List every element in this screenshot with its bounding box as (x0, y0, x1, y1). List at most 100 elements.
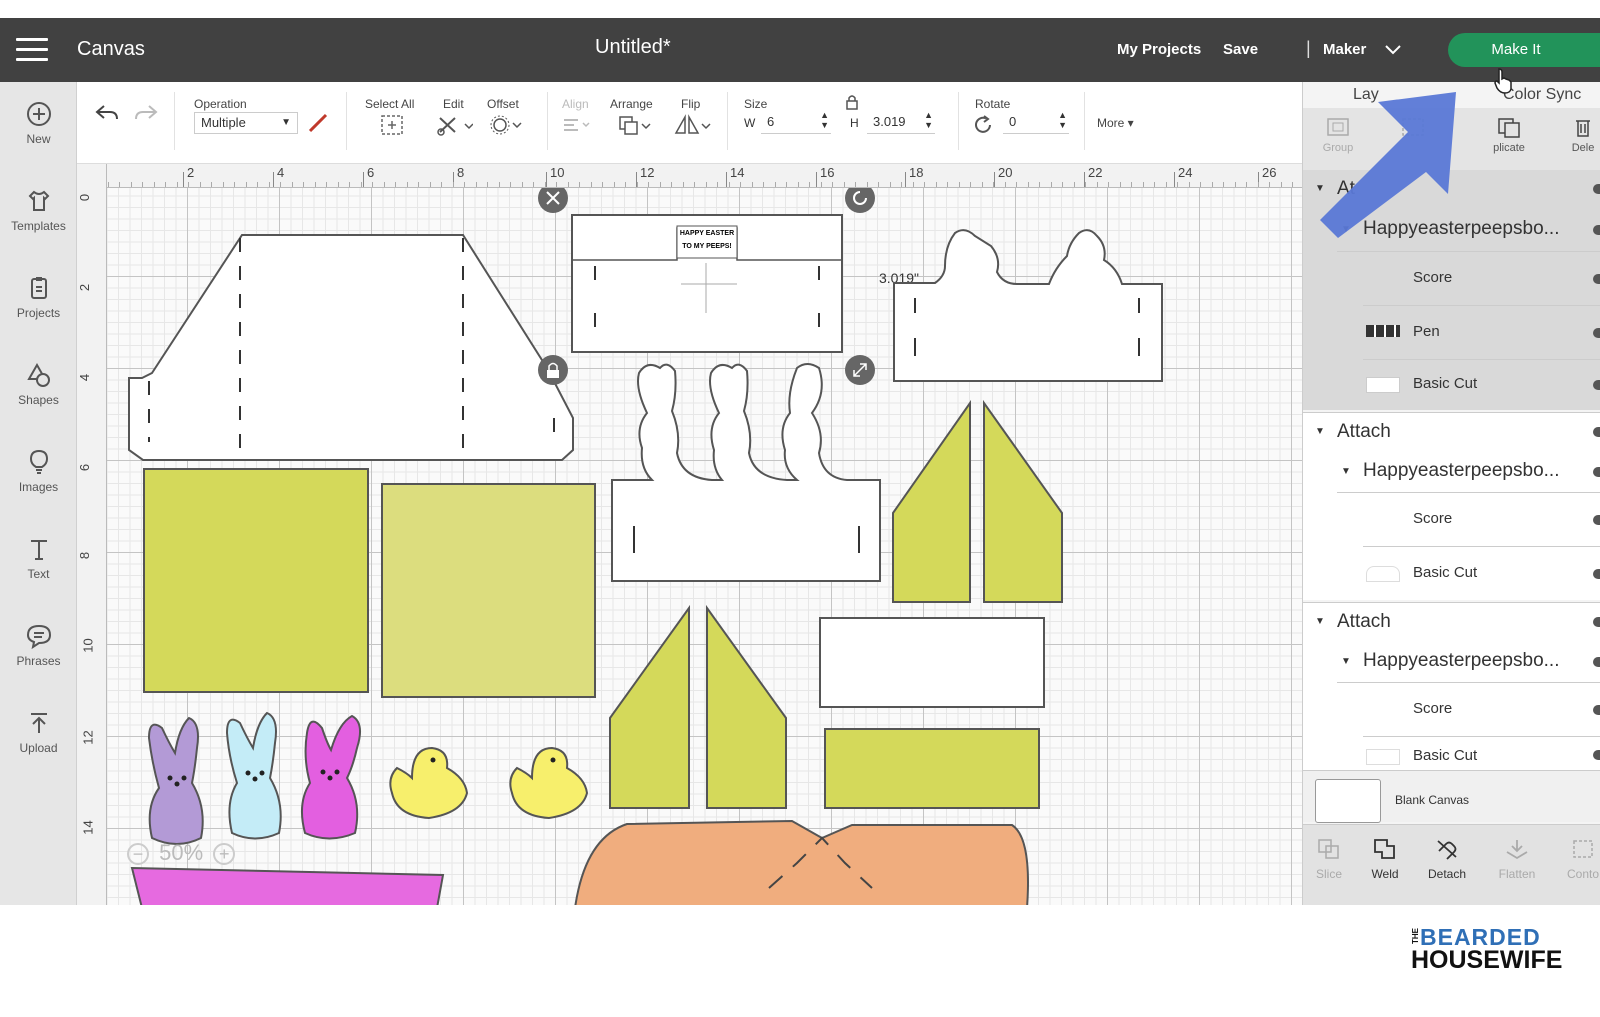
ruler-minor-tick (867, 182, 868, 187)
weld-button[interactable]: Weld (1355, 837, 1415, 881)
sidebar-item-new[interactable]: New (0, 94, 77, 174)
ruler-label: 24 (1178, 165, 1193, 180)
visibility-icon[interactable] (1593, 466, 1600, 477)
ruler-minor-tick (1281, 182, 1282, 187)
save-link[interactable]: Save (1223, 41, 1258, 58)
contour-button[interactable]: Conto (1553, 837, 1600, 881)
rotate-icon (975, 115, 991, 133)
blank-canvas-row[interactable]: Blank Canvas (1303, 770, 1600, 823)
offset-icon[interactable] (489, 114, 523, 136)
edit-scissors-icon[interactable] (437, 114, 473, 136)
layer-item[interactable]: Score (1363, 252, 1600, 306)
duplicate-button[interactable]: plicate (1479, 116, 1539, 154)
sidebar-item-templates[interactable]: Templates (0, 181, 77, 261)
make-it-button[interactable]: Make It (1448, 33, 1600, 67)
width-input[interactable]: 6 ▲ ▼ (761, 110, 831, 134)
zoom-out-button[interactable]: − (127, 843, 149, 865)
layer-item[interactable]: Score (1363, 683, 1600, 737)
ruler-label: 22 (1088, 165, 1103, 180)
collapse-triangle-icon[interactable]: ▼ (1315, 616, 1325, 627)
arrange-icon[interactable] (617, 114, 651, 136)
select-all-icon[interactable] (380, 114, 404, 136)
ruler-minor-tick (142, 182, 143, 187)
collapse-triangle-icon[interactable]: ▼ (1341, 656, 1351, 667)
delete-label: Dele (1571, 142, 1595, 154)
my-projects-link[interactable]: My Projects (1117, 41, 1201, 58)
layer-group: ▼ Attach ▼ Happyeasterpeepsbo... Score Bas… (1303, 602, 1600, 770)
redo-icon[interactable] (133, 102, 159, 124)
operation-select[interactable]: Multiple ▼ (194, 112, 298, 134)
flip-icon[interactable] (673, 114, 711, 136)
visibility-icon[interactable] (1593, 750, 1600, 760)
ruler-minor-tick (579, 182, 580, 187)
sidebar-item-upload[interactable]: Upload (0, 703, 77, 783)
height-input[interactable]: 3.019 ▲ ▼ (867, 110, 935, 134)
card-text-line-1: HAPPY EASTER (680, 230, 734, 237)
undo-icon[interactable] (94, 102, 120, 124)
operation-label: Operation (194, 97, 247, 111)
layer-item[interactable]: Pen (1363, 306, 1600, 360)
visibility-icon[interactable] (1593, 224, 1600, 235)
zoom-control[interactable]: − 50% + (127, 840, 236, 866)
slice-button[interactable]: Slice (1299, 837, 1359, 881)
ruler-minor-tick (315, 182, 316, 187)
visibility-icon[interactable] (1593, 704, 1600, 715)
sidebar-item-shapes[interactable]: Shapes (0, 355, 77, 435)
text-icon (30, 540, 47, 560)
zoom-in-button[interactable]: + (213, 843, 236, 865)
layer-item-label: Score (1413, 700, 1453, 717)
layer-item[interactable]: Score (1363, 493, 1600, 547)
ruler-minor-tick (568, 182, 569, 187)
pen-color-icon[interactable] (307, 112, 329, 134)
layer-name-row[interactable]: ▼ Happyeasterpeepsbo... (1337, 451, 1600, 493)
ruler-label: 8 (457, 165, 465, 180)
flatten-button[interactable]: Flatten (1487, 837, 1547, 881)
ruler-minor-tick (648, 182, 649, 187)
visibility-icon[interactable] (1593, 569, 1600, 579)
ruler-minor-tick (671, 182, 672, 187)
toolbar-divider (1084, 92, 1085, 150)
delete-button[interactable]: Dele (1553, 116, 1600, 154)
layer-item-label: Basic Cut (1413, 375, 1478, 392)
rotate-input[interactable]: 0 ▲ ▼ (1003, 110, 1069, 134)
ruler-minor-tick (591, 182, 592, 187)
layer-item[interactable]: Basic Cut (1363, 360, 1600, 410)
upload-icon (30, 713, 47, 733)
visibility-icon[interactable] (1593, 514, 1600, 525)
attach-row[interactable]: ▼ Attach (1303, 603, 1600, 641)
detach-button[interactable]: Detach (1417, 837, 1477, 881)
ruler-minor-tick (211, 182, 212, 187)
document-title[interactable]: Untitled* (595, 36, 671, 59)
ruler-minor-tick (556, 182, 557, 187)
layer-name-row[interactable]: ▼ Happyeasterpeepsbo... (1337, 641, 1600, 683)
machine-select[interactable]: Maker (1323, 41, 1401, 58)
align-icon[interactable] (562, 114, 592, 136)
sidebar-item-phrases[interactable]: Phrases (0, 616, 77, 696)
visibility-icon[interactable] (1593, 617, 1600, 627)
visibility-icon[interactable] (1593, 327, 1600, 338)
layer-item[interactable]: Basic Cut (1363, 737, 1600, 770)
collapse-triangle-icon[interactable]: ▼ (1341, 466, 1351, 477)
visibility-icon[interactable] (1593, 380, 1600, 390)
hamburger-menu-icon[interactable] (16, 38, 48, 62)
visibility-icon[interactable] (1593, 184, 1600, 194)
visibility-icon[interactable] (1593, 273, 1600, 284)
collapse-triangle-icon[interactable]: ▼ (1315, 426, 1325, 437)
more-button[interactable]: More ▾ (1097, 116, 1134, 130)
visibility-icon[interactable] (1593, 427, 1600, 437)
contour-icon (1573, 840, 1593, 858)
edit-label: Edit (443, 97, 464, 111)
attach-row[interactable]: ▼ Attach (1303, 413, 1600, 451)
canvas-color-swatch[interactable] (1315, 779, 1381, 823)
design-canvas[interactable]: HAPPY EASTER TO MY PEEPS! 3.019" − 50% + (107, 188, 1302, 905)
layer-item[interactable]: Basic Cut (1363, 547, 1600, 601)
yellow-chick-peep (509, 746, 589, 820)
lightbulb-icon (29, 449, 48, 474)
ruler-minor-tick (200, 182, 201, 187)
lock-icon[interactable] (845, 94, 859, 110)
detach-label: Detach (1427, 867, 1467, 881)
sidebar-item-images[interactable]: Images (0, 442, 77, 522)
visibility-icon[interactable] (1593, 656, 1600, 667)
sidebar-item-text[interactable]: Text (0, 529, 77, 609)
sidebar-item-projects[interactable]: Projects (0, 268, 77, 348)
